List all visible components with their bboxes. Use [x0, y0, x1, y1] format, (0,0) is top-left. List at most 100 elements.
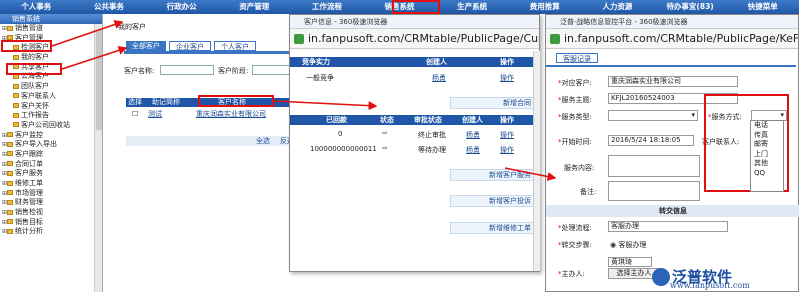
arrow-right-icon: ⇨: [382, 129, 388, 137]
sidebar-item[interactable]: 工作报告: [0, 111, 102, 121]
table-row[interactable]: ☐ 测试 重庆润森实业有限公司: [126, 108, 306, 120]
method-dropdown-list[interactable]: 电话 传真 邮寄 上门 其他 QQ: [750, 120, 784, 192]
sidebar-item[interactable]: ⊞ 维修工单: [0, 179, 102, 189]
row-customer-name[interactable]: 重庆润森实业有限公司: [196, 109, 272, 119]
row-checkbox[interactable]: ☐: [126, 110, 148, 118]
sidebar-item[interactable]: ⊞ 合同订单: [0, 160, 102, 170]
nav-item[interactable]: 行政办公: [145, 0, 218, 14]
method-option[interactable]: 其他: [754, 159, 783, 169]
address-bar-2[interactable]: in.fanpusoft.com/CRMtable/PublicPage/KeF…: [546, 29, 798, 49]
highlight-sales-system: [392, 0, 440, 14]
nav-item[interactable]: 快捷菜单: [726, 0, 799, 14]
tab-service-record[interactable]: 客服记录: [556, 53, 598, 63]
sidebar-item[interactable]: ⊞ 销售检视: [0, 208, 102, 218]
nav-item[interactable]: 生产系统: [436, 0, 509, 14]
folder-icon: [13, 54, 19, 60]
t1-creator[interactable]: 杨勇: [432, 73, 446, 83]
sidebar-item-label: 客户联系人: [21, 91, 56, 100]
sidebar-item[interactable]: ⊞ 市场管理: [0, 189, 102, 199]
subject-label: 服务主题:: [561, 96, 592, 104]
add-customer-complaint-button[interactable]: 新增客户投诉: [450, 195, 536, 207]
sidebar-item-label: 客户监控: [15, 130, 43, 139]
sidebar-item-label: 客户服务: [15, 169, 43, 178]
customer-field[interactable]: 重庆润森实业有限公司: [608, 76, 738, 87]
nav-item[interactable]: 资产管理: [218, 0, 291, 14]
left-scrollbar[interactable]: [94, 24, 102, 292]
start-field[interactable]: 2016/5/24 18:18:05: [608, 135, 694, 146]
sidebar-item-label: 客户导入导出: [15, 140, 57, 149]
sidebar-item[interactable]: ⊞ 客户跟踪: [0, 150, 102, 160]
t2-r2-creator[interactable]: 杨勇: [466, 145, 480, 155]
left-panel: 销售系统 ⊞ 销售管道 ⊞ 客户管理 检测客户 我的客户 共享客户 公海客户 团队客户 客户联系人…: [0, 14, 103, 292]
nav-item[interactable]: 待办事宜(83): [654, 0, 727, 14]
folder-icon: [7, 132, 13, 138]
sidebar-item[interactable]: ⊞ 客户服务: [0, 169, 102, 179]
nav-item[interactable]: 个人事务: [0, 0, 73, 14]
sidebar-item-label: 团队客户: [21, 82, 49, 91]
sidebar-item-label: 客户跟踪: [15, 149, 43, 158]
folder-icon: [13, 103, 19, 108]
select-all-link[interactable]: 全选: [256, 136, 270, 146]
highlight-customer-mgmt: [1, 40, 52, 52]
sidebar-item[interactable]: 团队客户: [0, 82, 102, 92]
url-text-2: in.fanpusoft.com/CRMtable/PublicPage/KeF…: [564, 32, 798, 45]
t2-r1-approval: 终止审批: [418, 131, 446, 139]
address-bar[interactable]: in.fanpusoft.com/CRMtable/PublicPage/Cus…: [290, 29, 539, 49]
method-option[interactable]: 邮寄: [754, 140, 783, 150]
sidebar-item[interactable]: 客户公司回收站: [0, 121, 102, 131]
sidebar-item[interactable]: ⊞ 销售管道: [0, 24, 102, 34]
sidebar-item[interactable]: 我的客户: [0, 53, 102, 63]
folder-icon: [7, 190, 13, 196]
tab-enterprise-customers[interactable]: 企业客户: [169, 41, 211, 51]
secure-lock-icon: [550, 34, 560, 44]
t1-action[interactable]: 操作: [500, 73, 514, 83]
sidebar-item[interactable]: ⊞ 客户导入导出: [0, 140, 102, 150]
owner-field[interactable]: 黄琪琦: [608, 257, 652, 267]
sidebar-item-label: 我的客户: [21, 53, 49, 62]
table1-header: 竞争实力 创建人 操作: [290, 57, 535, 67]
logo-url: www.fanpusoft.com: [670, 281, 750, 290]
add-contract-button[interactable]: 新增合同: [450, 97, 536, 109]
popup1-scrollbar[interactable]: [533, 51, 540, 271]
customer-name-input[interactable]: [160, 65, 214, 75]
step-label: 转交步骤:: [561, 241, 592, 249]
t2-r2-action[interactable]: 操作: [500, 145, 514, 155]
tab-personal-customers[interactable]: 个人客户: [214, 41, 256, 51]
sidebar-item-label: 财务管理: [15, 198, 43, 207]
content-textarea[interactable]: [608, 155, 700, 177]
hdr-competition: 竞争实力: [302, 58, 330, 66]
method-option[interactable]: 电话: [754, 121, 783, 131]
sidebar-item[interactable]: ⊞ 财务管理: [0, 198, 102, 208]
nav-item[interactable]: 公共事务: [73, 0, 146, 14]
sidebar-item[interactable]: ⊞ 销售目标: [0, 218, 102, 228]
customer-stage-select[interactable]: [252, 65, 292, 75]
flow-select[interactable]: 客服办理: [608, 221, 728, 232]
tab-all-customers[interactable]: 全部客户: [126, 41, 166, 51]
note-textarea[interactable]: [608, 181, 700, 201]
type-select[interactable]: ▾: [608, 110, 698, 121]
arrow-right-icon: ⇨: [382, 144, 388, 152]
nav-item[interactable]: 费用推算: [508, 0, 581, 14]
window-title-2: 泛普·战略信息管控平台 - 360极速浏览器: [546, 15, 798, 29]
method-option[interactable]: QQ: [754, 169, 783, 179]
customer-name-label: 客户名称:: [124, 67, 155, 75]
t2-r1-creator[interactable]: 杨勇: [466, 130, 480, 140]
method-option[interactable]: 上门: [754, 150, 783, 160]
nav-tree: ⊞ 销售管道 ⊞ 客户管理 检测客户 我的客户 共享客户 公海客户 团队客户 客户联系人 客户关怀工…: [0, 24, 102, 237]
sidebar-item[interactable]: 客户联系人: [0, 92, 102, 102]
step-radio[interactable]: ◉ 客服办理: [610, 240, 646, 250]
t2-r2-paid: 100000000000011: [310, 145, 377, 153]
add-customer-service-button[interactable]: 新增客户服务: [450, 169, 536, 181]
hdr-creator: 创建人: [426, 58, 447, 66]
nav-item[interactable]: 工作流程: [291, 0, 364, 14]
t2-r1-action[interactable]: 操作: [500, 130, 514, 140]
row-short[interactable]: 测试: [148, 109, 196, 119]
sidebar-item[interactable]: ⊞ 客户监控: [0, 131, 102, 141]
url-text: in.fanpusoft.com/CRMtable/PublicPage/Cus…: [308, 32, 539, 45]
method-option[interactable]: 传真: [754, 131, 783, 141]
sidebar-item[interactable]: 客户关怀: [0, 102, 102, 112]
sidebar-item[interactable]: ⊞ 统计分析: [0, 227, 102, 237]
folder-icon: [13, 93, 19, 99]
nav-item[interactable]: 人力资源: [581, 0, 654, 14]
add-repair-order-button[interactable]: 新增维修工单: [450, 222, 536, 234]
